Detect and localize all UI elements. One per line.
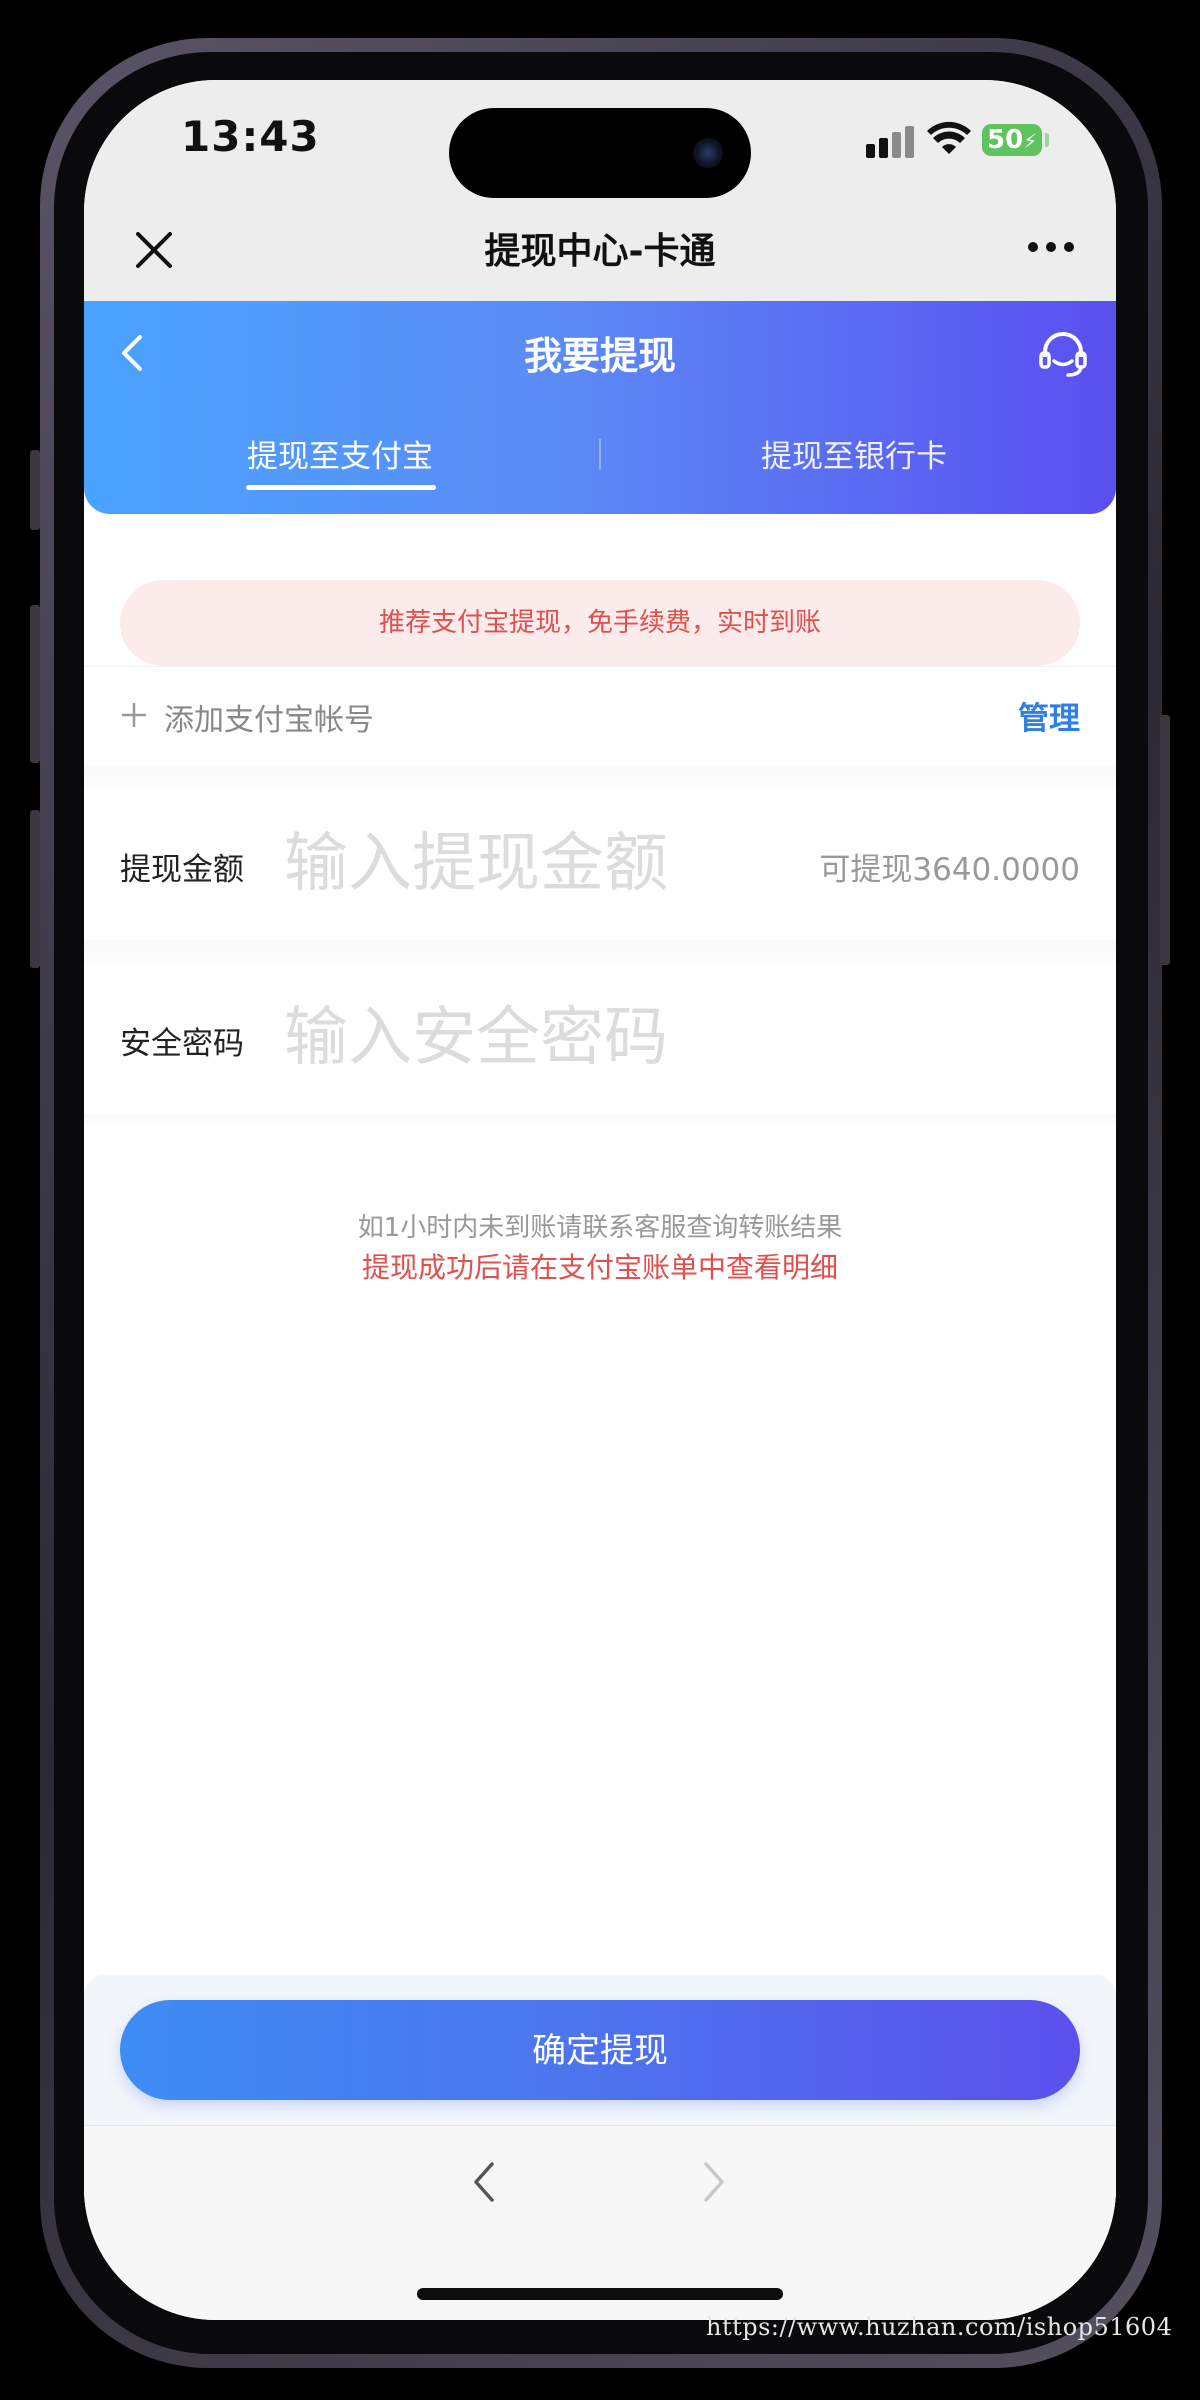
chevron-right-icon[interactable] [694, 2158, 734, 2206]
amount-input[interactable] [284, 824, 884, 904]
tab-bank-card[interactable]: 提现至银行卡 [732, 431, 976, 476]
amount-row: 提现金额 可提现3640.0000 [84, 790, 1116, 940]
wifi-icon [927, 121, 971, 154]
section-divider [84, 940, 1116, 964]
section-divider [84, 766, 1116, 790]
tab-divider [599, 439, 601, 469]
available-balance: 可提现3640.0000 [819, 852, 1080, 888]
add-account-label[interactable]: 添加支付宝帐号 [164, 695, 374, 739]
volume-up-button [30, 605, 40, 763]
home-indicator [417, 2288, 783, 2300]
screen: 13:43 50⚡ 提现中心-卡通 我要提现 提现至支付宝 提现至银行卡 推荐支… [84, 80, 1116, 2320]
amount-label: 提现金额 [120, 852, 244, 888]
power-button [1160, 715, 1170, 965]
dynamic-island [449, 108, 751, 198]
page-header: 我要提现 提现至支付宝 提现至银行卡 [84, 301, 1116, 514]
camera-icon [693, 138, 723, 168]
password-label: 安全密码 [120, 1026, 244, 1062]
notice-banner: 推荐支付宝提现，免手续费，实时到账 [120, 580, 1080, 666]
more-icon[interactable] [1028, 242, 1076, 254]
submit-withdraw-button[interactable]: 确定提现 [120, 2000, 1080, 2100]
battery-icon: 50⚡ [982, 124, 1042, 156]
add-account-row[interactable]: 添加支付宝帐号 管理 [84, 666, 1116, 767]
canvas: 13:43 50⚡ 提现中心-卡通 我要提现 提现至支付宝 提现至银行卡 推荐支… [0, 0, 1200, 2400]
battery-level: 50 [987, 125, 1024, 155]
manage-link[interactable]: 管理 [1018, 693, 1080, 738]
plus-icon [122, 703, 146, 727]
miniprogram-title: 提现中心-卡通 [484, 231, 716, 272]
section-divider [84, 1114, 1116, 1124]
battery-tip [1045, 133, 1049, 147]
volume-down-button [30, 810, 40, 968]
cellular-signal-icon [866, 126, 914, 158]
hint-contact-service: 如1小时内未到账请联系客服查询转账结果 [357, 1213, 843, 1243]
hint-check-bill: 提现成功后请在支付宝账单中查看明细 [361, 1251, 838, 1284]
status-time: 13:43 [181, 112, 320, 161]
action-button [30, 450, 40, 530]
tab-alipay[interactable]: 提现至支付宝 [240, 431, 440, 476]
watermark-url: https://www.huzhan.com/ishop51604 [706, 2313, 1173, 2341]
password-input[interactable] [284, 998, 884, 1078]
active-tab-indicator [246, 485, 436, 490]
page-title: 我要提现 [523, 334, 676, 378]
miniprogram-nav-bar: 提现中心-卡通 [84, 200, 1116, 301]
headset-icon[interactable] [1036, 327, 1090, 381]
password-row: 安全密码 [84, 964, 1116, 1114]
chevron-left-icon[interactable] [464, 2158, 504, 2206]
status-bar: 13:43 50⚡ [84, 80, 1116, 200]
